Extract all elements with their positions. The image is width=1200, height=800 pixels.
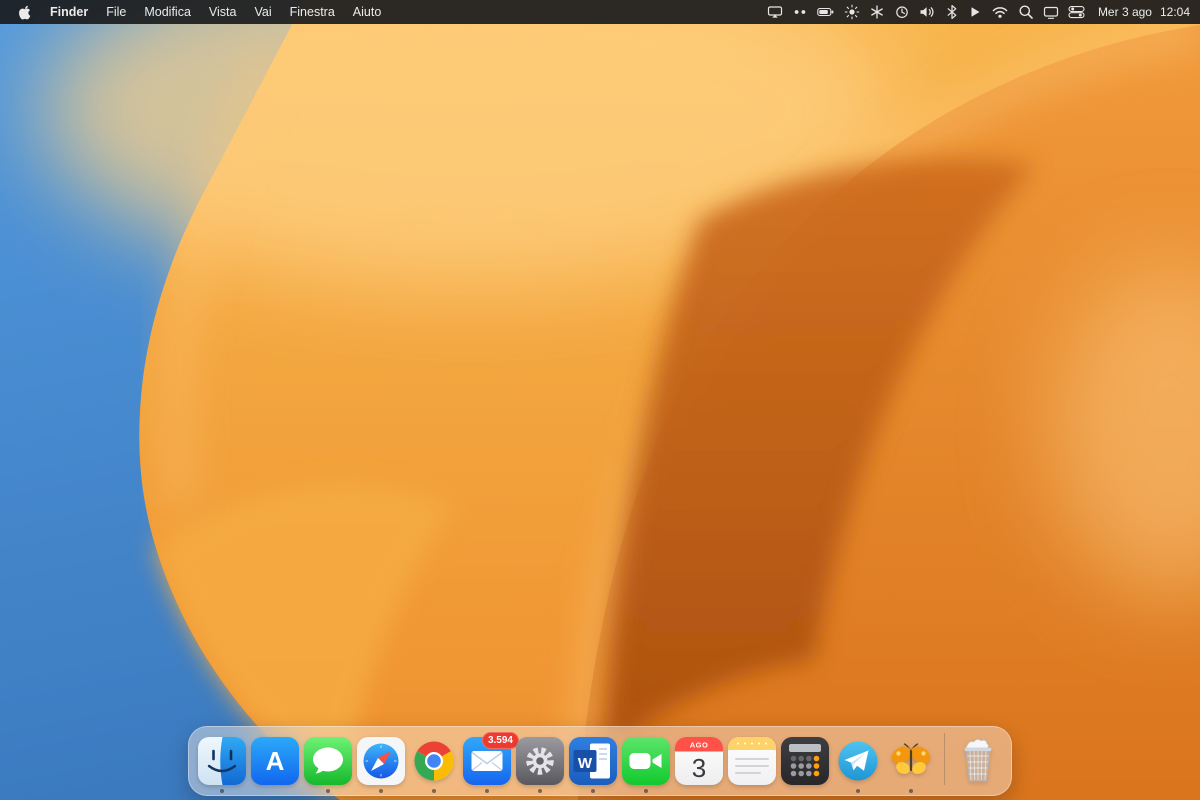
word-icon: W [569, 737, 617, 785]
volume-icon[interactable] [919, 0, 936, 24]
dock-item-calendar[interactable]: AGO 3 [675, 737, 723, 785]
running-indicator [644, 789, 648, 793]
svg-text:W: W [578, 755, 593, 772]
menu-vai[interactable]: Vai [245, 0, 280, 24]
menu-bar: Finder File Modifica Vista Vai Finestra … [0, 0, 1200, 24]
menu-aiuto[interactable]: Aiuto [344, 0, 391, 24]
svg-text:AGO: AGO [690, 741, 709, 750]
mail-unread-badge: 3.594 [482, 732, 519, 749]
dock-item-notes[interactable] [728, 737, 776, 785]
menu-app-name[interactable]: Finder [41, 0, 97, 24]
running-indicator [538, 789, 542, 793]
svg-text:A: A [266, 746, 285, 776]
menu-file[interactable]: File [97, 0, 135, 24]
apple-menu[interactable] [12, 5, 41, 20]
clock-date: Mer 3 ago [1098, 5, 1152, 19]
butterfly-icon [887, 737, 935, 785]
dock-item-facetime[interactable] [622, 737, 670, 785]
system-settings-icon [516, 737, 564, 785]
dock-item-mail[interactable]: 3.594 [463, 737, 511, 785]
desktop-wallpaper [0, 0, 1200, 800]
display-icon[interactable] [1043, 0, 1059, 24]
calendar-icon: AGO 3 [675, 737, 723, 785]
running-indicator [856, 789, 860, 793]
menu-modifica[interactable]: Modifica [135, 0, 200, 24]
running-indicator [220, 789, 224, 793]
safari-icon [357, 737, 405, 785]
dock-item-messages[interactable] [304, 737, 352, 785]
dock-separator [944, 733, 945, 785]
time-machine-icon[interactable] [894, 0, 910, 24]
menu-vista[interactable]: Vista [200, 0, 246, 24]
clock-time: 12:04 [1160, 5, 1190, 19]
chrome-icon [410, 737, 458, 785]
dock-item-app-store[interactable]: A [251, 737, 299, 785]
dock-item-trash[interactable] [954, 737, 1002, 785]
calculator-icon [781, 737, 829, 785]
dock-item-telegram[interactable] [834, 737, 882, 785]
wifi-icon[interactable] [991, 0, 1009, 24]
running-indicator [326, 789, 330, 793]
screen-mirroring-icon[interactable] [767, 0, 783, 24]
brightness-icon[interactable] [844, 0, 860, 24]
notes-icon [728, 737, 776, 785]
asterisk-icon[interactable] [869, 0, 885, 24]
menu-finestra[interactable]: Finestra [281, 0, 344, 24]
battery-icon[interactable] [817, 0, 835, 24]
dock-item-safari[interactable] [357, 737, 405, 785]
dock-item-butterfly[interactable] [887, 737, 935, 785]
running-indicator [432, 789, 436, 793]
dock-item-word[interactable]: W [569, 737, 617, 785]
running-indicator [485, 789, 489, 793]
spotlight-icon[interactable] [1018, 0, 1034, 24]
app-store-icon: A [251, 737, 299, 785]
finder-icon [198, 737, 246, 785]
control-center-icon[interactable] [1068, 0, 1085, 24]
dock-item-calculator[interactable] [781, 737, 829, 785]
dock-item-system-settings[interactable] [516, 737, 564, 785]
svg-text:3: 3 [692, 753, 706, 783]
dock-item-finder[interactable] [198, 737, 246, 785]
running-indicator [379, 789, 383, 793]
telegram-icon [834, 737, 882, 785]
dock: A [188, 726, 1012, 796]
desktop: Finder File Modifica Vista Vai Finestra … [0, 0, 1200, 800]
dots-indicator-icon[interactable] [792, 0, 808, 24]
running-indicator [909, 789, 913, 793]
messages-icon [304, 737, 352, 785]
running-indicator [591, 789, 595, 793]
bluetooth-icon[interactable] [945, 0, 959, 24]
apple-logo-icon [18, 5, 31, 20]
play-icon[interactable] [968, 0, 982, 24]
menu-bar-clock[interactable]: Mer 3 ago 12:04 [1094, 5, 1190, 19]
trash-icon [954, 737, 1002, 785]
facetime-icon [622, 737, 670, 785]
dock-item-chrome[interactable] [410, 737, 458, 785]
